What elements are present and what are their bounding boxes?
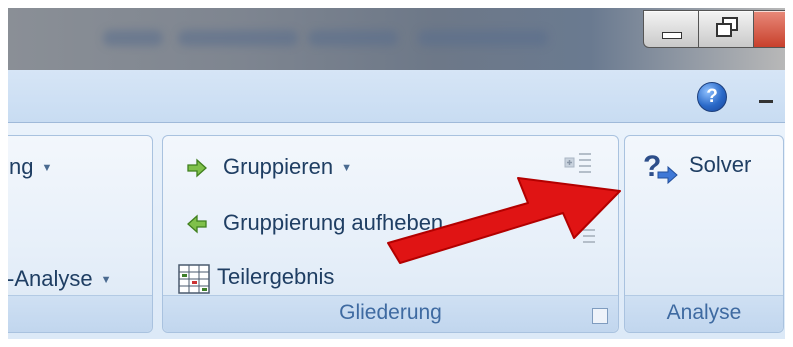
red-pointer-arrow bbox=[387, 177, 621, 264]
excel-window: ? ng ▼ -Analyse ▼ Gruppieren ▼ Gruppieru… bbox=[8, 8, 785, 339]
